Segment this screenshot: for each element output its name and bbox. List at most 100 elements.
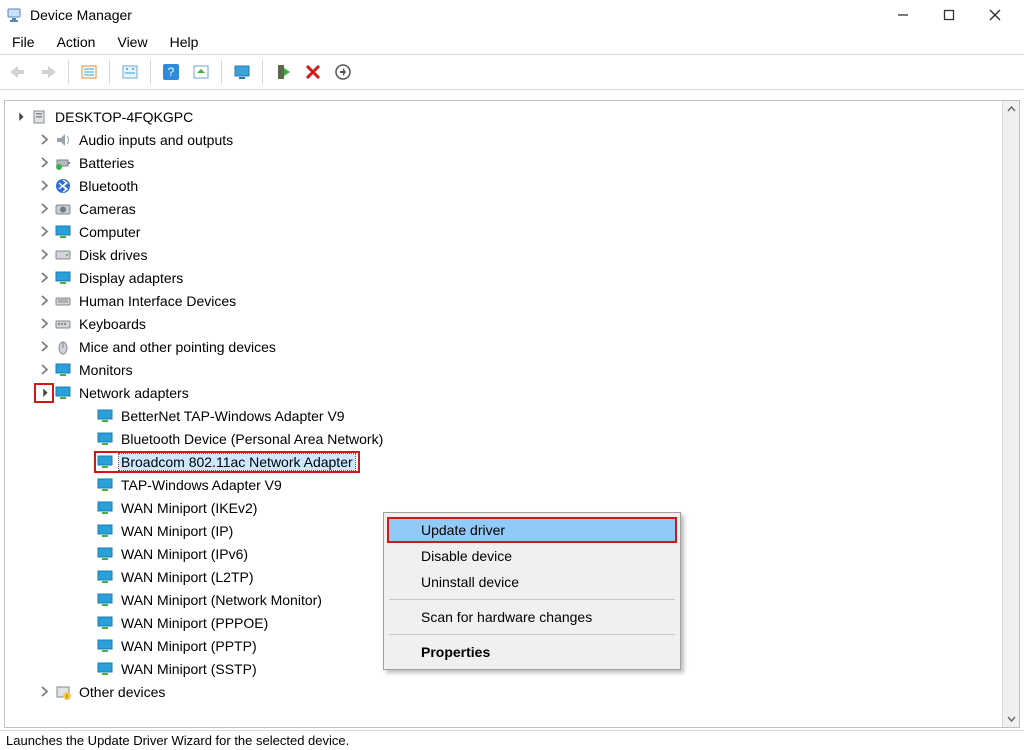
tree-item-label: Disk drives (77, 247, 149, 263)
tree-item-label: Bluetooth Device (Personal Area Network) (119, 431, 385, 447)
tree-category-6[interactable]: Display adapters (5, 266, 1019, 289)
titlebar: Device Manager (0, 0, 1024, 30)
menubar: File Action View Help (0, 30, 1024, 54)
chevron-right-icon[interactable] (35, 361, 53, 379)
close-button[interactable] (972, 0, 1018, 30)
tree-item-label: WAN Miniport (PPTP) (119, 638, 259, 654)
camera-icon (53, 199, 73, 219)
tree-item-label: WAN Miniport (L2TP) (119, 569, 256, 585)
forward-button[interactable] (36, 60, 60, 84)
toolbar-delete-button[interactable] (301, 60, 325, 84)
tree-item-label: Human Interface Devices (77, 293, 238, 309)
svg-text:?: ? (168, 65, 175, 79)
tree-item-label: Broadcom 802.11ac Network Adapter (119, 454, 355, 470)
chevron-right-icon[interactable] (35, 154, 53, 172)
tree-item-label: Audio inputs and outputs (77, 132, 235, 148)
chevron-right-icon (77, 499, 95, 517)
scroll-up-arrow[interactable] (1003, 101, 1019, 118)
menu-item-update-driver[interactable]: Update driver (387, 517, 677, 543)
tree-category-0[interactable]: Audio inputs and outputs (5, 128, 1019, 151)
battery-icon (53, 153, 73, 173)
tree-category-9[interactable]: Mice and other pointing devices (5, 335, 1019, 358)
tree-category-network[interactable]: Network adapters (5, 381, 1019, 404)
tree-device-1[interactable]: Bluetooth Device (Personal Area Network) (5, 427, 1019, 450)
back-button[interactable] (6, 60, 30, 84)
tree-category-after-0[interactable]: !Other devices (5, 680, 1019, 703)
tree-item-label: WAN Miniport (IP) (119, 523, 235, 539)
tree-item-label: WAN Miniport (PPPOE) (119, 615, 270, 631)
net-icon (95, 452, 115, 472)
computer-root-icon (29, 107, 49, 127)
tree-item-label: WAN Miniport (SSTP) (119, 661, 259, 677)
net-icon (53, 383, 73, 403)
net-icon (95, 544, 115, 564)
tree-category-3[interactable]: Cameras (5, 197, 1019, 220)
scroll-down-arrow[interactable] (1003, 710, 1019, 727)
menu-item-properties[interactable]: Properties (387, 639, 677, 665)
toolbar-action-button[interactable] (331, 60, 355, 84)
toolbar-properties-button[interactable] (77, 60, 101, 84)
chevron-right-icon[interactable] (35, 338, 53, 356)
hid-icon (53, 291, 73, 311)
chevron-down-icon[interactable] (11, 108, 29, 126)
chevron-right-icon[interactable] (35, 246, 53, 264)
net-icon (95, 567, 115, 587)
chevron-right-icon[interactable] (35, 292, 53, 310)
keyboard-icon (53, 314, 73, 334)
tree-item-label: Mice and other pointing devices (77, 339, 278, 355)
chevron-right-icon (77, 591, 95, 609)
chevron-right-icon[interactable] (35, 223, 53, 241)
tree-root[interactable]: DESKTOP-4FQKGPC (5, 105, 1019, 128)
menu-item-disable-device[interactable]: Disable device (387, 543, 677, 569)
tree-device-3[interactable]: TAP-Windows Adapter V9 (5, 473, 1019, 496)
chevron-right-icon (77, 660, 95, 678)
maximize-button[interactable] (926, 0, 972, 30)
chevron-right-icon (77, 407, 95, 425)
tree-category-4[interactable]: Computer (5, 220, 1019, 243)
chevron-right-icon[interactable] (35, 269, 53, 287)
chevron-right-icon (77, 522, 95, 540)
tree-category-7[interactable]: Human Interface Devices (5, 289, 1019, 312)
menu-item-uninstall-device[interactable]: Uninstall device (387, 569, 677, 595)
toolbar-help-button[interactable]: ? (159, 60, 183, 84)
minimize-button[interactable] (880, 0, 926, 30)
chevron-right-icon[interactable] (35, 200, 53, 218)
tree-item-label: Cameras (77, 201, 138, 217)
tree-item-label: Other devices (77, 684, 167, 700)
toolbar-enable-button[interactable] (271, 60, 295, 84)
menu-action[interactable]: Action (53, 32, 100, 52)
tree-device-0[interactable]: BetterNet TAP-Windows Adapter V9 (5, 404, 1019, 427)
tree-item-label: BetterNet TAP-Windows Adapter V9 (119, 408, 347, 424)
menu-file[interactable]: File (8, 32, 39, 52)
tree-category-1[interactable]: Batteries (5, 151, 1019, 174)
scrollbar-vertical[interactable] (1002, 101, 1019, 727)
tree-device-2[interactable]: Broadcom 802.11ac Network Adapter (5, 450, 1019, 473)
chevron-right-icon[interactable] (35, 131, 53, 149)
chevron-right-icon[interactable] (35, 315, 53, 333)
toolbar-scan-button[interactable] (118, 60, 142, 84)
tree-item-label: Network adapters (77, 385, 191, 401)
context-menu: Update driverDisable deviceUninstall dev… (383, 512, 681, 670)
menu-divider (389, 634, 675, 635)
tree-item-label: Batteries (77, 155, 136, 171)
tree-category-5[interactable]: Disk drives (5, 243, 1019, 266)
toolbar-update-button[interactable] (189, 60, 213, 84)
menu-item-scan-for-hardware-changes[interactable]: Scan for hardware changes (387, 604, 677, 630)
menu-help[interactable]: Help (166, 32, 203, 52)
chevron-down-icon[interactable] (35, 384, 53, 402)
chevron-right-icon (77, 476, 95, 494)
chevron-right-icon[interactable] (35, 177, 53, 195)
mouse-icon (53, 337, 73, 357)
tree-category-10[interactable]: Monitors (5, 358, 1019, 381)
net-icon (95, 475, 115, 495)
tree-item-label: TAP-Windows Adapter V9 (119, 477, 284, 493)
menu-view[interactable]: View (113, 32, 151, 52)
window-title: Device Manager (30, 7, 132, 23)
toolbar-monitor-button[interactable] (230, 60, 254, 84)
disk-icon (53, 245, 73, 265)
chevron-right-icon[interactable] (35, 683, 53, 701)
chevron-right-icon (77, 637, 95, 655)
display-icon (53, 268, 73, 288)
tree-category-8[interactable]: Keyboards (5, 312, 1019, 335)
tree-category-2[interactable]: Bluetooth (5, 174, 1019, 197)
